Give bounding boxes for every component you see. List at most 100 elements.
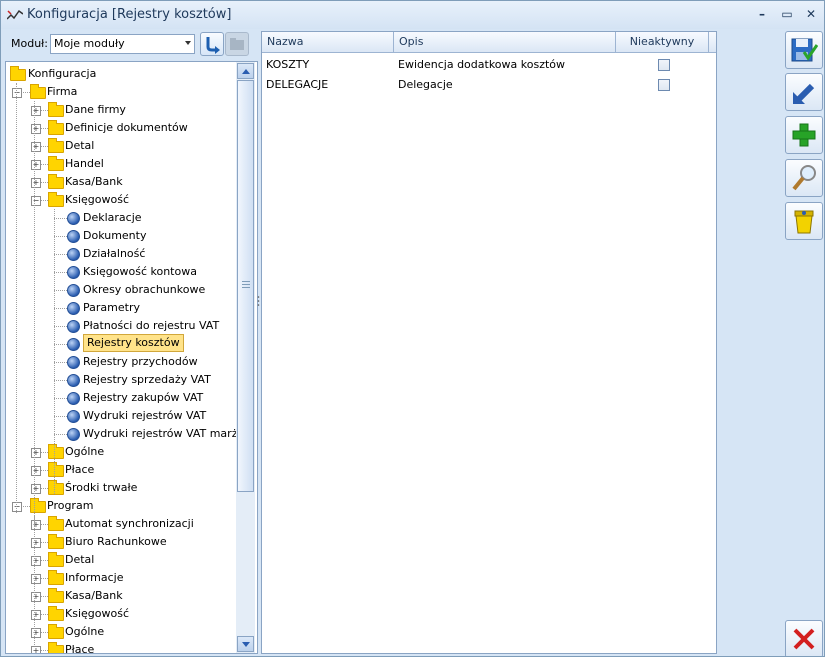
expand-toggle-icon[interactable]: + — [31, 556, 41, 566]
folder-icon — [48, 606, 64, 621]
folder-icon — [48, 552, 64, 567]
tree-leaf-item[interactable]: Deklaracje — [6, 209, 234, 227]
tree-folder-item[interactable]: + Kasa/Bank — [6, 587, 234, 605]
nieaktywny-checkbox[interactable] — [658, 79, 670, 91]
add-button[interactable] — [785, 116, 823, 154]
tree-item-label: Księgowość — [65, 193, 129, 206]
panel-splitter[interactable] — [257, 251, 260, 351]
tree-guide-line — [34, 515, 35, 645]
maximize-button[interactable]: ▭ — [777, 5, 797, 23]
tree-folder-item[interactable]: + Księgowość — [6, 605, 234, 623]
tree-item-label: Dane firmy — [65, 103, 126, 116]
expand-toggle-icon[interactable]: + — [31, 574, 41, 584]
app-icon — [7, 9, 23, 20]
scroll-thumb[interactable] — [237, 80, 254, 492]
tree-folder-item[interactable]: + Środki trwałe — [6, 479, 234, 497]
tree-folder-item[interactable]: + Detal — [6, 551, 234, 569]
tree-item-label: Ogólne — [65, 445, 105, 458]
folder-icon — [48, 444, 64, 459]
tree-folder-item[interactable]: − Księgowość — [6, 191, 234, 209]
module-options-button[interactable] — [225, 32, 249, 56]
undo-button[interactable] — [785, 73, 823, 111]
tree-folder-item[interactable]: − Program — [6, 497, 234, 515]
expand-toggle-icon[interactable]: + — [31, 610, 41, 620]
tree-leaf-item[interactable]: Rejestry zakupów VAT — [6, 389, 234, 407]
expand-toggle-icon[interactable]: − — [12, 88, 22, 98]
scroll-up-button[interactable] — [237, 63, 254, 79]
grid-header: Nazwa Opis Nieaktywny — [262, 32, 716, 53]
tree-folder-item[interactable]: + Automat synchronizacji — [6, 515, 234, 533]
refresh-button[interactable] — [200, 32, 224, 56]
grip-line — [242, 281, 250, 282]
preview-button[interactable] — [785, 159, 823, 197]
nieaktywny-checkbox[interactable] — [658, 59, 670, 71]
module-select[interactable]: Moje moduły — [50, 34, 195, 54]
expand-toggle-icon[interactable]: − — [12, 502, 22, 512]
scroll-down-button[interactable] — [237, 636, 254, 652]
tree-folder-item[interactable]: + Kasa/Bank — [6, 173, 234, 191]
expand-toggle-icon[interactable]: + — [31, 160, 41, 170]
tree-leaf-item[interactable]: Rejestry kosztów — [6, 334, 234, 353]
expand-toggle-icon[interactable]: + — [31, 592, 41, 602]
tree-leaf-item[interactable]: Płatności do rejestru VAT — [6, 317, 234, 335]
close-window-button[interactable]: ✕ — [801, 5, 821, 23]
tree-guide-line — [34, 101, 35, 526]
tree-item-label: Kasa/Bank — [65, 589, 123, 602]
tree-leaf-item[interactable]: Księgowość kontowa — [6, 263, 234, 281]
minimize-button[interactable]: – — [752, 5, 772, 23]
expand-toggle-icon[interactable]: + — [31, 538, 41, 548]
expand-toggle-icon[interactable]: + — [31, 124, 41, 134]
expand-toggle-icon[interactable]: − — [31, 196, 41, 206]
tree-folder-item[interactable]: + Płace — [6, 641, 234, 653]
table-row[interactable]: DELEGACJE Delegacje — [262, 75, 709, 95]
tree-leaf-item[interactable]: Dokumenty — [6, 227, 234, 245]
header-nazwa[interactable]: Nazwa — [262, 32, 394, 52]
tree-leaf-item[interactable]: Działalność — [6, 245, 234, 263]
expand-toggle-icon[interactable]: + — [31, 448, 41, 458]
tree-folder-item[interactable]: + Biuro Rachunkowe — [6, 533, 234, 551]
save-icon — [791, 38, 818, 62]
expand-toggle-icon[interactable]: + — [31, 628, 41, 638]
tree-folder-item[interactable]: + Informacje — [6, 569, 234, 587]
tree-item-label: Środki trwałe — [65, 481, 138, 494]
tree-folder-item[interactable]: + Definicje dokumentów — [6, 119, 234, 137]
tree-folder-item[interactable]: + Płace — [6, 461, 234, 479]
tree-leaf-item[interactable]: Wydruki rejestrów VAT marża — [6, 425, 244, 443]
header-nieaktywny[interactable]: Nieaktywny — [616, 32, 709, 52]
table-row[interactable]: KOSZTY Ewidencja dodatkowa kosztów — [262, 55, 709, 75]
tree-leaf-item[interactable]: Rejestry przychodów — [6, 353, 234, 371]
tree-folder-item[interactable]: − Firma — [6, 83, 234, 101]
expand-toggle-icon[interactable]: + — [31, 142, 41, 152]
header-opis[interactable]: Opis — [394, 32, 616, 52]
save-button[interactable] — [785, 31, 823, 69]
tree-folder-item[interactable]: Konfiguracja — [6, 65, 234, 83]
tree-item-label: Program — [47, 499, 94, 512]
expand-toggle-icon[interactable]: + — [31, 466, 41, 476]
settings-node-icon — [67, 266, 80, 279]
config-window: Konfiguracja [Rejestry kosztów] – ▭ ✕ Mo… — [0, 0, 825, 657]
settings-node-icon — [67, 338, 80, 351]
tree-leaf-item[interactable]: Parametry — [6, 299, 234, 317]
expand-toggle-icon[interactable]: + — [31, 178, 41, 188]
tree-folder-item[interactable]: + Ogólne — [6, 443, 234, 461]
expand-toggle-icon[interactable]: + — [31, 646, 41, 653]
tree-folder-item[interactable]: + Ogólne — [6, 623, 234, 641]
close-button[interactable] — [785, 620, 823, 656]
delete-button[interactable] — [785, 202, 823, 240]
tree-leaf-item[interactable]: Okresy obrachunkowe — [6, 281, 234, 299]
expand-toggle-icon[interactable]: + — [31, 520, 41, 530]
tree-leaf-item[interactable]: Rejestry sprzedaży VAT — [6, 371, 234, 389]
expand-toggle-icon[interactable]: + — [31, 484, 41, 494]
tree-connector — [54, 380, 67, 381]
folder-icon — [48, 462, 64, 477]
cell-nazwa: DELEGACJE — [266, 78, 329, 91]
tree-scrollbar[interactable] — [236, 62, 255, 653]
tree-folder-item[interactable]: + Dane firmy — [6, 101, 234, 119]
expand-toggle-icon[interactable]: + — [31, 106, 41, 116]
folder-icon — [30, 84, 46, 99]
tree-item-label: Handel — [65, 157, 104, 170]
tree-folder-item[interactable]: + Detal — [6, 137, 234, 155]
tree-folder-item[interactable]: + Handel — [6, 155, 234, 173]
folder-icon — [48, 138, 64, 153]
tree-leaf-item[interactable]: Wydruki rejestrów VAT — [6, 407, 234, 425]
